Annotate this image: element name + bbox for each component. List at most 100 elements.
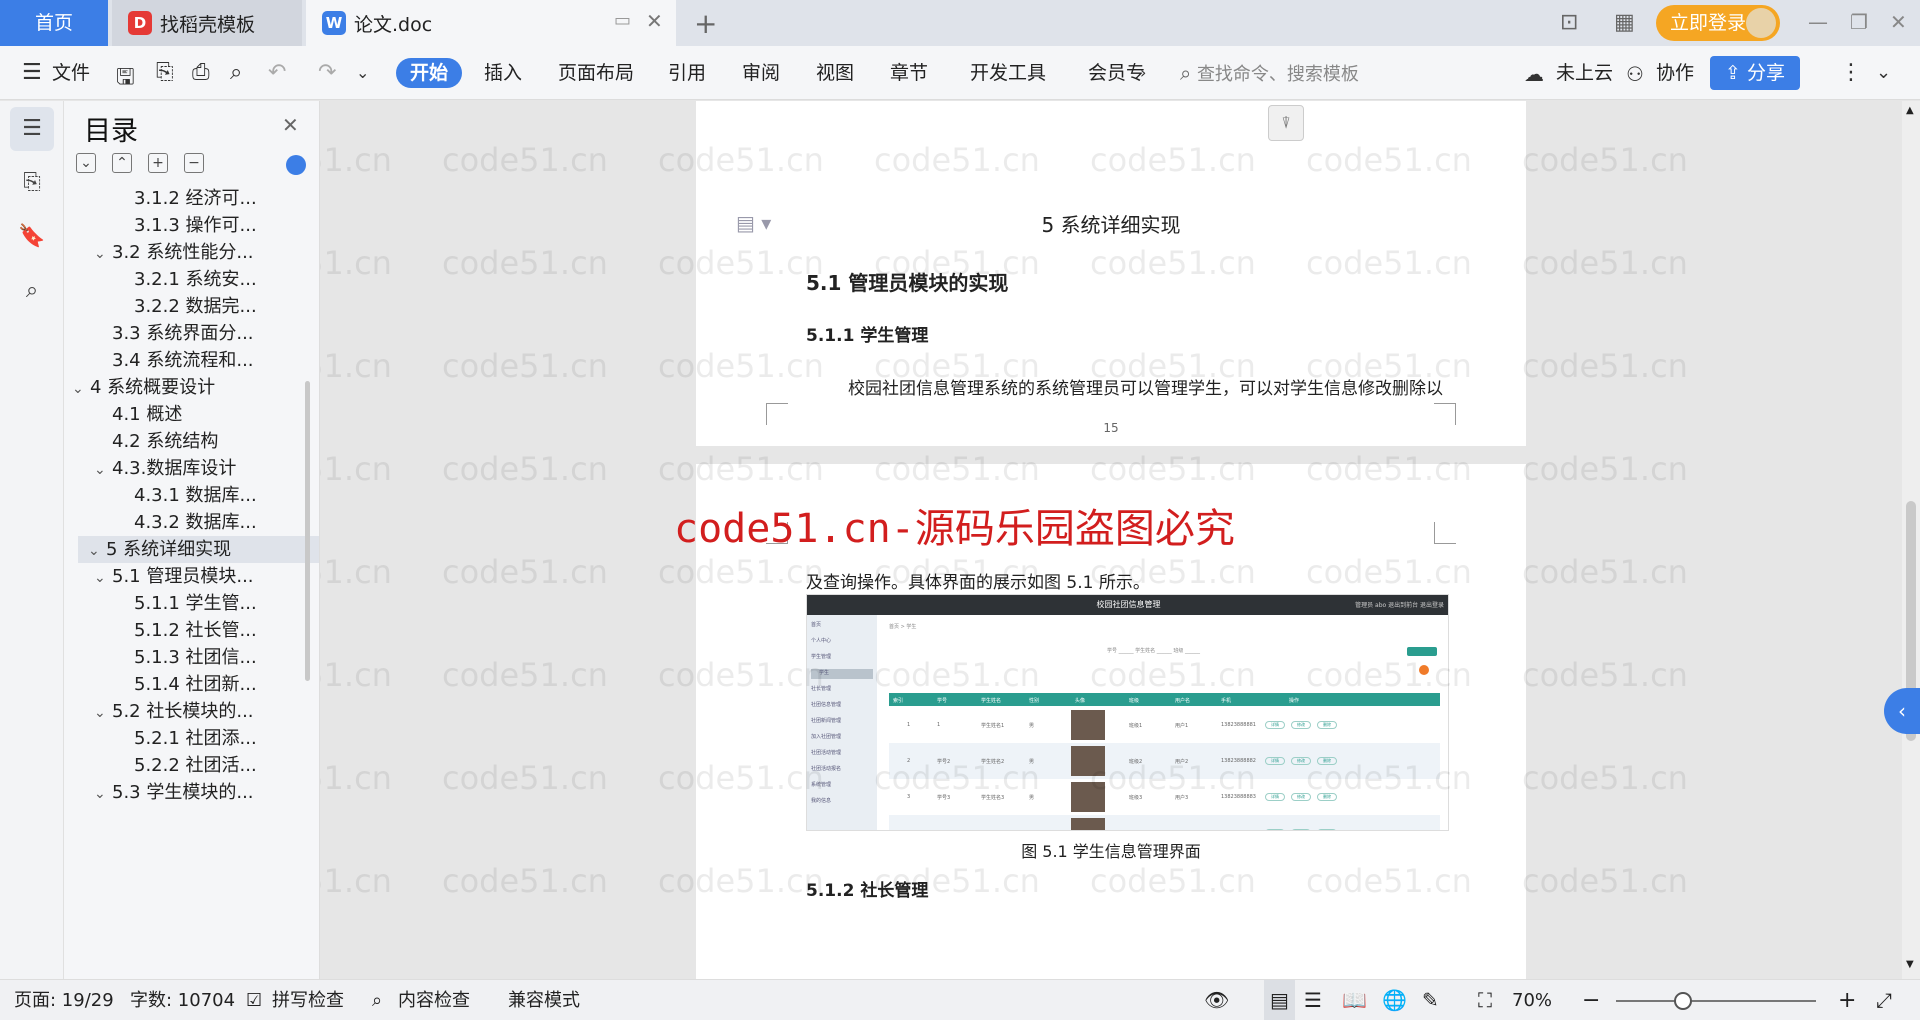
toc-item[interactable]: 4.3.2 数据库... (134, 509, 257, 536)
toc-item[interactable]: ⌄ 4 系统概要设计 (72, 374, 215, 401)
command-search[interactable]: ⌕ 查找命令、搜索模板 (1180, 58, 1430, 88)
toc-item[interactable]: ⌄ 4.3.数据库设计 (94, 455, 236, 482)
tab-home-ribbon[interactable]: 开始 (396, 58, 462, 88)
tab-template[interactable]: D 找稻壳模板 (112, 0, 302, 46)
share-button[interactable]: ⇪ 分享 (1710, 56, 1800, 90)
toc-item[interactable]: ⌄ 5.3 学生模块的... (94, 779, 254, 806)
zoom-slider[interactable] (1616, 1000, 1816, 1002)
eye-protection-icon[interactable]: 👁 (1204, 980, 1229, 1020)
watermark-text: code51.cn (320, 450, 392, 488)
ribbon-tab-view[interactable]: 视图 (816, 46, 854, 100)
chevron-down-icon[interactable]: ⌄ (94, 700, 112, 727)
toc-item[interactable]: 5.1.3 社团信... (134, 644, 257, 671)
scroll-up-icon[interactable]: ▲ (1906, 105, 1914, 116)
toc-item[interactable]: 5.1.4 社团新... (134, 671, 257, 698)
find-icon[interactable]: ⌕ (10, 269, 54, 313)
toc-item[interactable]: 3.4 系统流程和... (112, 347, 254, 374)
layout-icon[interactable]: ⊡ (1560, 10, 1578, 35)
chevron-down-icon[interactable]: ⌄ (72, 376, 90, 403)
pen-icon[interactable]: ✎ (1422, 980, 1439, 1020)
zoom-level[interactable]: 70% (1512, 980, 1552, 1020)
ribbon-tab-review[interactable]: 审阅 (742, 46, 780, 100)
zoom-out-icon[interactable]: − (1582, 980, 1600, 1020)
toc-item[interactable]: 3.1.3 操作可... (134, 212, 257, 239)
print-icon[interactable]: ⎙ (192, 60, 210, 85)
chevron-down-icon[interactable]: ⌄ (94, 241, 112, 268)
collapse-ribbon-icon[interactable]: ⌄ (1876, 62, 1891, 83)
grid-apps-icon[interactable]: ▦ (1614, 10, 1635, 35)
toc-item[interactable]: ⌄ 5 系统详细实现 (78, 536, 319, 565)
undo-icon[interactable]: ↶ (268, 60, 286, 85)
export-icon[interactable]: ⎘ (156, 60, 174, 85)
collab-button[interactable]: 协作 (1656, 46, 1694, 100)
toc-item[interactable]: 3.2.2 数据完... (134, 293, 257, 320)
add-heading-icon[interactable]: + (148, 153, 168, 173)
scroll-down-icon[interactable]: ▼ (1906, 959, 1914, 970)
toc-item[interactable]: 5.1.2 社长管... (134, 617, 257, 644)
toc-scrollbar[interactable] (305, 381, 310, 681)
toc-item[interactable]: 4.1 概述 (112, 401, 182, 428)
ribbon-tab-member[interactable]: 会员专 (1088, 46, 1145, 100)
tab-home[interactable]: 首页 (0, 0, 108, 46)
tab-document[interactable]: W 论文.doc ▭ ✕ (306, 0, 676, 46)
navigation-icon[interactable]: ⎘ (10, 161, 54, 205)
close-icon[interactable]: ✕ (282, 113, 299, 137)
chevron-down-icon[interactable]: ⌄ (356, 63, 369, 82)
toc-item[interactable]: 3.2.1 系统安... (134, 266, 257, 293)
expand-up-icon[interactable]: ⌃ (112, 153, 132, 173)
fullscreen-icon[interactable]: ⤢ (1876, 980, 1892, 1020)
login-button[interactable]: 立即登录 (1656, 5, 1780, 41)
zoom-slider-handle[interactable] (1674, 992, 1692, 1010)
outline-view-icon[interactable]: ☰ (1304, 980, 1322, 1020)
chevron-down-icon[interactable]: ⌄ (94, 565, 112, 592)
toc-item[interactable]: 4.2 系统结构 (112, 428, 218, 455)
vertical-scrollbar[interactable]: ▲ ▼ (1902, 101, 1920, 979)
more-icon[interactable]: ⋮ (1840, 60, 1862, 85)
page-view-icon[interactable]: ▤ (1264, 980, 1295, 1020)
toc-item[interactable]: ⌄ 5.1 管理员模块... (94, 563, 254, 590)
new-tab-icon[interactable]: + (694, 7, 717, 40)
toc-item[interactable]: 4.3.1 数据库... (134, 482, 257, 509)
bookmark-icon[interactable]: 🔖 (10, 215, 54, 259)
remove-heading-icon[interactable]: − (184, 153, 204, 173)
minimize-icon[interactable]: — (1808, 10, 1828, 34)
chevron-down-icon[interactable]: ⌄ (88, 538, 106, 565)
page-indicator[interactable]: 页面: 19/29 (14, 980, 114, 1020)
toc-item[interactable]: 5.2.1 社团添... (134, 725, 257, 752)
toc-item[interactable]: 3.1.2 经济可... (134, 185, 257, 212)
toc-item[interactable]: 3.3 系统界面分... (112, 320, 254, 347)
toc-item[interactable]: 5.1.1 学生管... (134, 590, 257, 617)
toc-toggle-icon[interactable] (286, 155, 306, 175)
read-view-icon[interactable]: 📖 (1342, 980, 1367, 1020)
word-count[interactable]: 字数: 10704 (130, 980, 235, 1020)
collapse-all-icon[interactable]: ⌄ (76, 153, 96, 173)
tab-close-icon[interactable]: ✕ (646, 9, 663, 33)
cloud-status[interactable]: 未上云 (1556, 46, 1613, 100)
redo-icon[interactable]: ↷ (318, 60, 336, 85)
filter-panel-icon[interactable]: ⍒ (1268, 105, 1304, 141)
ribbon-tab-layout[interactable]: 页面布局 (558, 46, 634, 100)
save-icon[interactable]: 🖫 (116, 60, 135, 98)
toc-panel-icon[interactable]: ☰ (10, 107, 54, 151)
chevron-down-icon[interactable]: ⌄ (94, 457, 112, 484)
ribbon-tab-devtools[interactable]: 开发工具 (970, 46, 1046, 100)
chevron-right-icon[interactable]: › (1140, 63, 1146, 82)
spell-check-button[interactable]: 拼写检查 (272, 980, 344, 1020)
ribbon-tab-chapter[interactable]: 章节 (890, 46, 928, 100)
toc-item[interactable]: ⌄ 3.2 系统性能分... (94, 239, 254, 266)
file-menu[interactable]: 文件 (52, 46, 90, 100)
menu-icon[interactable]: ☰ (22, 60, 42, 85)
chevron-down-icon[interactable]: ⌄ (94, 781, 112, 808)
content-check-button[interactable]: 内容检查 (398, 980, 470, 1020)
tab-screen-icon[interactable]: ▭ (614, 10, 631, 31)
ribbon-tab-reference[interactable]: 引用 (668, 46, 706, 100)
toc-item[interactable]: ⌄ 5.2 社长模块的... (94, 698, 254, 725)
close-window-icon[interactable]: ✕ (1890, 10, 1907, 34)
zoom-in-icon[interactable]: + (1838, 980, 1856, 1020)
preview-icon[interactable]: ⌕ (230, 60, 242, 85)
web-view-icon[interactable]: 🌐 (1382, 980, 1407, 1020)
ribbon-tab-insert[interactable]: 插入 (484, 46, 522, 100)
fit-page-icon[interactable]: ⛶ (1478, 980, 1492, 1020)
restore-icon[interactable]: ❐ (1850, 10, 1868, 34)
toc-item[interactable]: 5.2.2 社团活... (134, 752, 257, 779)
